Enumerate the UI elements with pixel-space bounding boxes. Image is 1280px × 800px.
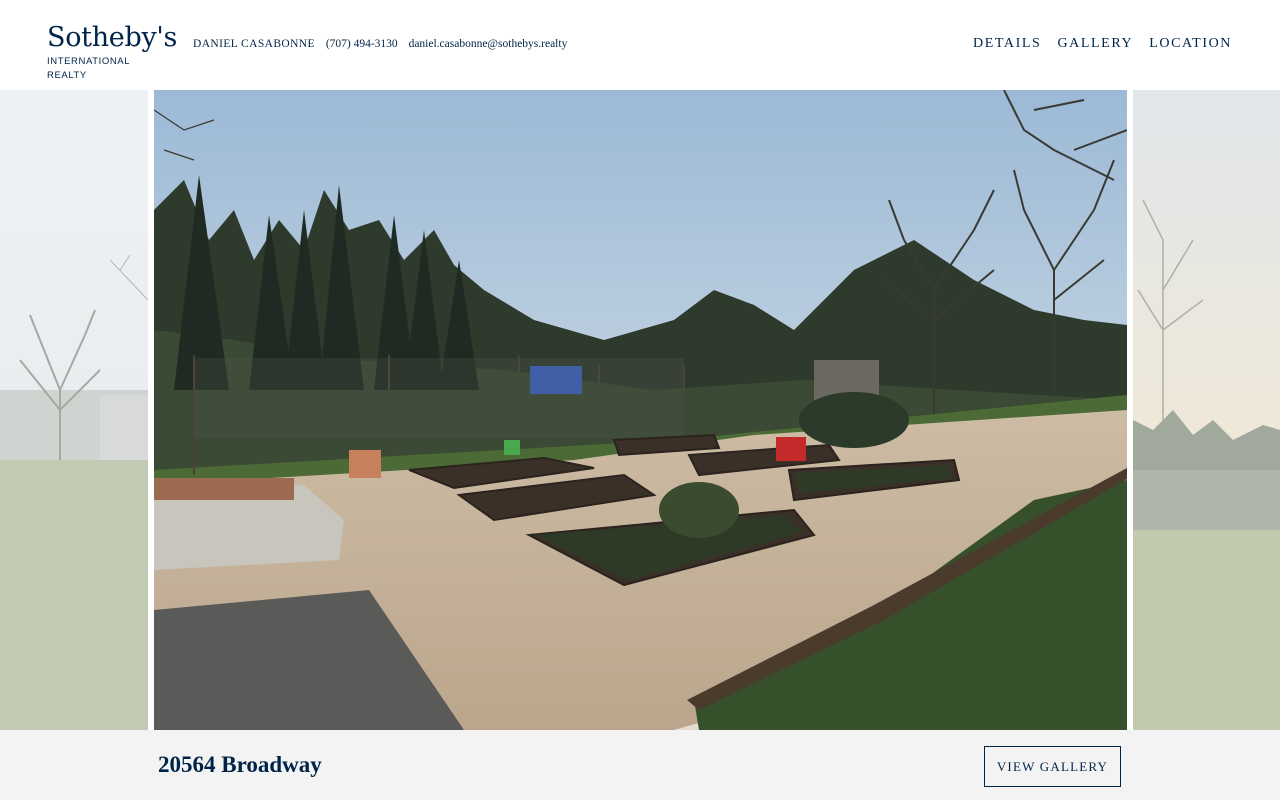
main-slide[interactable]: [154, 90, 1127, 730]
previous-slide[interactable]: [0, 90, 148, 730]
previous-slide-image: [0, 90, 148, 730]
next-slide-image: [1133, 90, 1280, 730]
main-slide-image: [154, 90, 1127, 730]
agent-name: DANIEL CASABONNE: [193, 38, 315, 50]
nav-gallery[interactable]: GALLERY: [1057, 36, 1133, 52]
view-gallery-button[interactable]: VIEW GALLERY: [984, 746, 1121, 787]
listing-bar: 20564 Broadway VIEW GALLERY: [0, 730, 1280, 800]
agent-phone[interactable]: (707) 494-3130: [326, 38, 398, 50]
nav-details[interactable]: DETAILS: [973, 36, 1041, 52]
agent-email[interactable]: daniel.casabonne@sothebys.realty: [409, 38, 568, 50]
agent-contact: DANIEL CASABONNE (707) 494-3130 daniel.c…: [193, 38, 575, 50]
listing-address: 20564 Broadway: [158, 752, 322, 777]
hero-carousel: [0, 90, 1280, 730]
nav-location[interactable]: LOCATION: [1149, 36, 1232, 52]
logo-wordmark: Sotheby's: [47, 22, 178, 53]
site-header: Sotheby's INTERNATIONAL REALTY DANIEL CA…: [0, 0, 1280, 90]
logo-subtitle: INTERNATIONAL REALTY: [47, 56, 130, 81]
main-nav: DETAILS GALLERY LOCATION: [973, 36, 1232, 52]
next-slide[interactable]: [1133, 90, 1280, 730]
sothebys-logo[interactable]: Sotheby's INTERNATIONAL REALTY: [47, 22, 178, 82]
